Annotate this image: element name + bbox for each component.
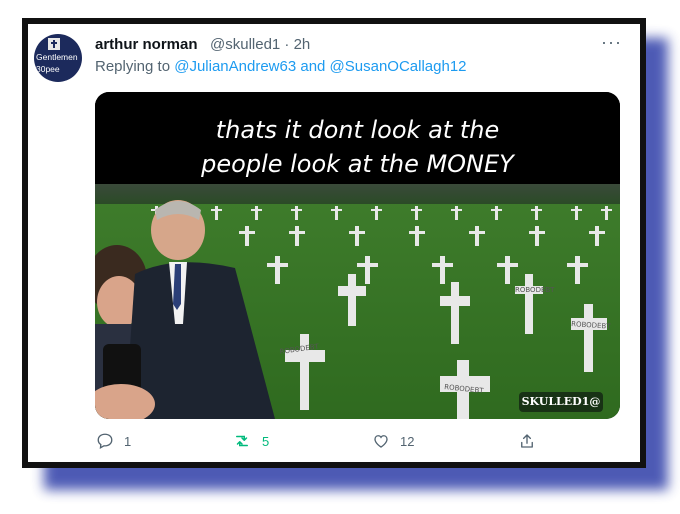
retweet-icon xyxy=(236,435,248,447)
heart-icon xyxy=(374,435,388,448)
reply-count: 1 xyxy=(124,433,132,449)
more-options-icon[interactable]: ··· xyxy=(601,32,622,53)
cross-icon xyxy=(48,38,60,50)
author-name[interactable]: arthur norman xyxy=(95,36,198,53)
share-icon xyxy=(521,434,533,448)
watermark: SKULLED1@ xyxy=(519,392,603,412)
reply-icon xyxy=(97,433,113,449)
grave-label: ROBODEBT xyxy=(515,286,555,294)
like-count: 12 xyxy=(400,433,415,449)
avatar-text-line1: Gentlemen xyxy=(36,52,78,62)
avatar-text-line2: 30pee xyxy=(36,64,60,74)
author-handle[interactable]: @skulled1 · 2h xyxy=(210,36,310,53)
caption-line-2: people look at the MONEY xyxy=(201,150,514,178)
reply-action[interactable]: 1 xyxy=(96,432,131,450)
reply-targets-link[interactable]: @JulianAndrew63 and @SusanOCallagh12 xyxy=(174,58,466,75)
caption-line-1: thats it dont look at the xyxy=(215,116,500,144)
replying-to: Replying to @JulianAndrew63 and @SusanOC… xyxy=(95,58,467,75)
share-action[interactable] xyxy=(518,432,546,450)
like-action[interactable]: 12 xyxy=(372,432,414,450)
cemetery-image: ROBODEBTROBODEBTROBODEBTROBODEBT xyxy=(95,184,620,419)
tweet-media[interactable]: thats it dont look at the people look at… xyxy=(95,92,620,419)
retweet-count: 5 xyxy=(262,433,270,449)
avatar[interactable]: Gentlemen 30pee xyxy=(34,34,82,82)
reply-prefix: Replying to xyxy=(95,58,171,75)
retweet-action[interactable]: 5 xyxy=(232,432,269,450)
meme-caption: thats it dont look at the people look at… xyxy=(95,92,620,184)
